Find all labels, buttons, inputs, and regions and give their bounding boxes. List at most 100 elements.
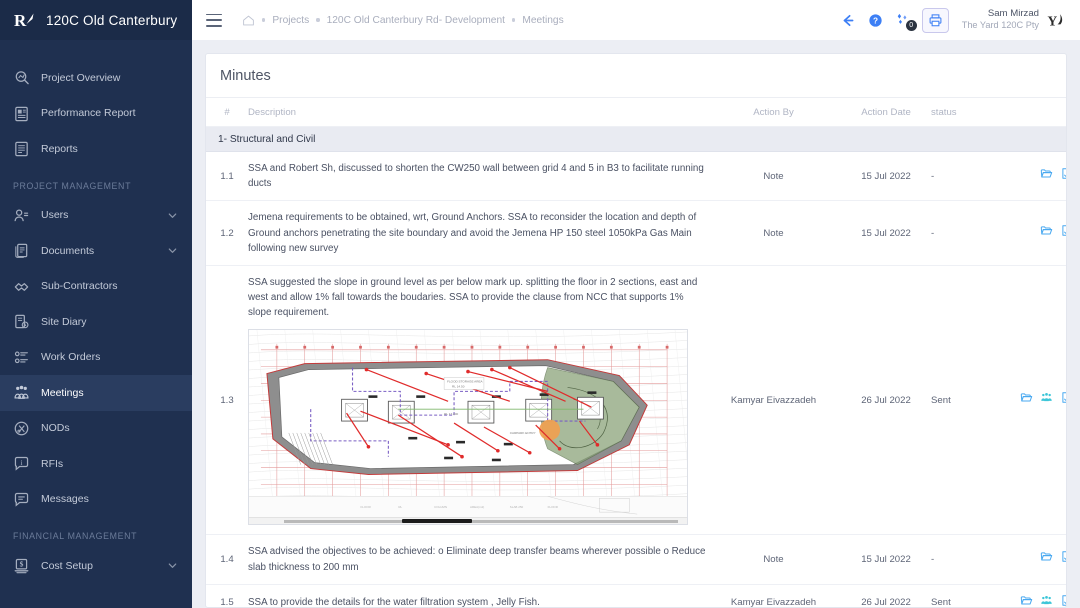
drawing-scrollbar[interactable] xyxy=(249,517,687,525)
table-row[interactable]: 1.1 SSA and Robert Sh, discussed to short… xyxy=(206,151,1066,202)
table-row[interactable]: 1.3 SSA suggested the slope in ground lev… xyxy=(206,265,1066,536)
svg-text:CARPARK ENTRY: CARPARK ENTRY xyxy=(510,431,536,435)
folder-icon[interactable] xyxy=(1020,391,1033,409)
help-circle-icon: ? xyxy=(869,13,882,27)
sidebar-item-site-diary[interactable]: Site Diary xyxy=(0,304,192,340)
sidebar-item-label: RFIs xyxy=(41,457,64,470)
folder-icon[interactable] xyxy=(1040,224,1053,242)
document-icon[interactable] xyxy=(1060,167,1066,185)
col-status: status xyxy=(931,98,1003,127)
breadcrumb-item[interactable]: Meetings xyxy=(522,15,563,26)
row-action-by: Note xyxy=(706,534,841,585)
sidebar-item-users[interactable]: Users xyxy=(0,198,192,234)
sidebar-item-nods[interactable]: NODs xyxy=(0,411,192,447)
arrow-left-icon xyxy=(843,14,854,26)
chevron-down-icon[interactable] xyxy=(167,560,178,571)
sidebar: R 120C Old Canterbury Project Overview Pe… xyxy=(0,0,192,608)
sidebar-item-documents[interactable]: Documents xyxy=(0,233,192,269)
sidebar-section-project: PROJECT MANAGEMENT xyxy=(13,180,132,191)
sidebar-item-label: Performance Report xyxy=(41,107,136,120)
row-status: - xyxy=(931,534,1003,585)
row-action-date: 26 Jul 2022 xyxy=(841,265,931,536)
drawing-scrollbar-track xyxy=(284,519,679,523)
sidebar-item-label: Cost Setup xyxy=(41,559,93,572)
row-description: SSA and Robert Sh, discussed to shorten … xyxy=(248,151,706,202)
architectural-floor-plan-markup[interactable]: FLOOD STORAGE AREA RL 14.50 CARPARK ENTRY R… xyxy=(248,329,688,526)
main-area: Projects 120C Old Canterbury Rd- Developm… xyxy=(192,0,1080,608)
apps-badge: 0 xyxy=(905,20,917,31)
sidebar-item-label: Site Diary xyxy=(41,315,87,328)
sidebar-nav-main: Project Overview Performance Report Report… xyxy=(0,60,192,167)
row-status: Sent xyxy=(931,265,1003,536)
apps-button[interactable]: 0 xyxy=(890,6,918,34)
chevron-down-icon[interactable] xyxy=(167,210,178,221)
content-area: Minutes # Description Action By Action D… xyxy=(192,40,1080,608)
svg-text:?: ? xyxy=(873,16,878,25)
sidebar-item-rfis[interactable]: i RFIs xyxy=(0,446,192,482)
minutes-card: Minutes # Description Action By Action D… xyxy=(205,53,1067,608)
avatar[interactable]: Y xyxy=(1046,8,1070,32)
svg-text:RL: RL xyxy=(398,506,402,510)
app-root: R 120C Old Canterbury Project Overview Pe… xyxy=(0,0,1080,608)
document-icon[interactable] xyxy=(1060,224,1066,242)
col-description: Description xyxy=(248,98,706,127)
breadcrumb-items: Projects 120C Old Canterbury Rd- Developm… xyxy=(255,15,564,26)
svg-text:SLAB 250: SLAB 250 xyxy=(510,506,524,510)
svg-text:i: i xyxy=(20,458,22,467)
row-actions xyxy=(1003,265,1066,536)
svg-text:COLUMN: COLUMN xyxy=(434,506,447,510)
document-icon[interactable] xyxy=(1060,594,1066,607)
user-org: The Yard 120C Pty xyxy=(961,20,1039,31)
document-icon[interactable] xyxy=(1060,550,1066,568)
help-button[interactable]: ? xyxy=(862,6,890,34)
site-diary-icon xyxy=(13,313,30,330)
breadcrumb-item[interactable]: 120C Old Canterbury Rd- Development xyxy=(327,15,505,26)
folder-icon[interactable] xyxy=(1040,167,1053,185)
breadcrumb-separator xyxy=(262,18,266,22)
breadcrumb: Projects 120C Old Canterbury Rd- Developm… xyxy=(242,14,834,27)
document-icon[interactable] xyxy=(1060,391,1066,409)
performance-icon xyxy=(13,105,30,122)
row-number: 1.2 xyxy=(206,200,248,266)
table-header-row: # Description Action By Action Date stat… xyxy=(206,98,1066,127)
col-number: # xyxy=(206,98,248,127)
sidebar-item-work-orders[interactable]: Work Orders xyxy=(0,340,192,376)
user-block[interactable]: Sam Mirzad The Yard 120C Pty xyxy=(962,8,1039,31)
group-icon[interactable] xyxy=(1040,391,1053,409)
folder-icon[interactable] xyxy=(1040,550,1053,568)
sidebar-item-project-overview[interactable]: Project Overview xyxy=(0,60,192,96)
sidebar-item-label: Reports xyxy=(41,142,78,155)
breadcrumb-item[interactable]: Projects xyxy=(272,15,309,26)
sidebar-item-performance-report[interactable]: Performance Report xyxy=(0,96,192,132)
row-action-by: Kamyar Eivazzadeh xyxy=(706,265,841,536)
back-button[interactable] xyxy=(834,6,862,34)
sidebar-item-cost-setup[interactable]: $ Cost Setup xyxy=(0,548,192,584)
sidebar-item-label: Work Orders xyxy=(41,351,101,364)
overview-icon xyxy=(13,69,30,86)
print-button[interactable] xyxy=(921,7,949,33)
sidebar-item-sub-contractors[interactable]: Sub-Contractors xyxy=(0,269,192,305)
hamburger-icon[interactable] xyxy=(206,13,222,27)
sidebar-section-financial: FINANCIAL MANAGEMENT xyxy=(13,531,138,541)
group-icon[interactable] xyxy=(1040,594,1053,607)
row-number: 1.5 xyxy=(206,584,248,607)
sidebar-item-meetings[interactable]: Meetings xyxy=(0,375,192,411)
table-row[interactable]: 1.2 Jemena requirements to be obtained, w… xyxy=(206,200,1066,266)
user-avatar-icon: Y xyxy=(1047,13,1062,28)
chevron-down-icon[interactable] xyxy=(167,245,178,256)
home-icon[interactable] xyxy=(242,14,255,27)
folder-icon[interactable] xyxy=(1020,594,1033,607)
sidebar-item-reports[interactable]: Reports xyxy=(0,131,192,167)
row-status: - xyxy=(931,151,1003,202)
row-action-date: 15 Jul 2022 xyxy=(841,534,931,585)
minutes-table-scroll[interactable]: # Description Action By Action Date stat… xyxy=(206,98,1066,607)
row-actions xyxy=(1003,584,1066,607)
drawing-scrollbar-thumb[interactable] xyxy=(402,519,473,524)
reports-icon xyxy=(13,140,30,157)
sidebar-item-messages[interactable]: Messages xyxy=(0,482,192,518)
svg-text:FLOOD STORAGE AREA: FLOOD STORAGE AREA xyxy=(447,380,483,384)
table-row[interactable]: 1.4 SSA advised the objectives to be achi… xyxy=(206,534,1066,585)
brand-header[interactable]: R 120C Old Canterbury xyxy=(0,0,192,40)
table-row[interactable]: 1.5 SSA to provide the details for the wa… xyxy=(206,584,1066,607)
svg-text:FLOOR: FLOOR xyxy=(548,506,558,510)
